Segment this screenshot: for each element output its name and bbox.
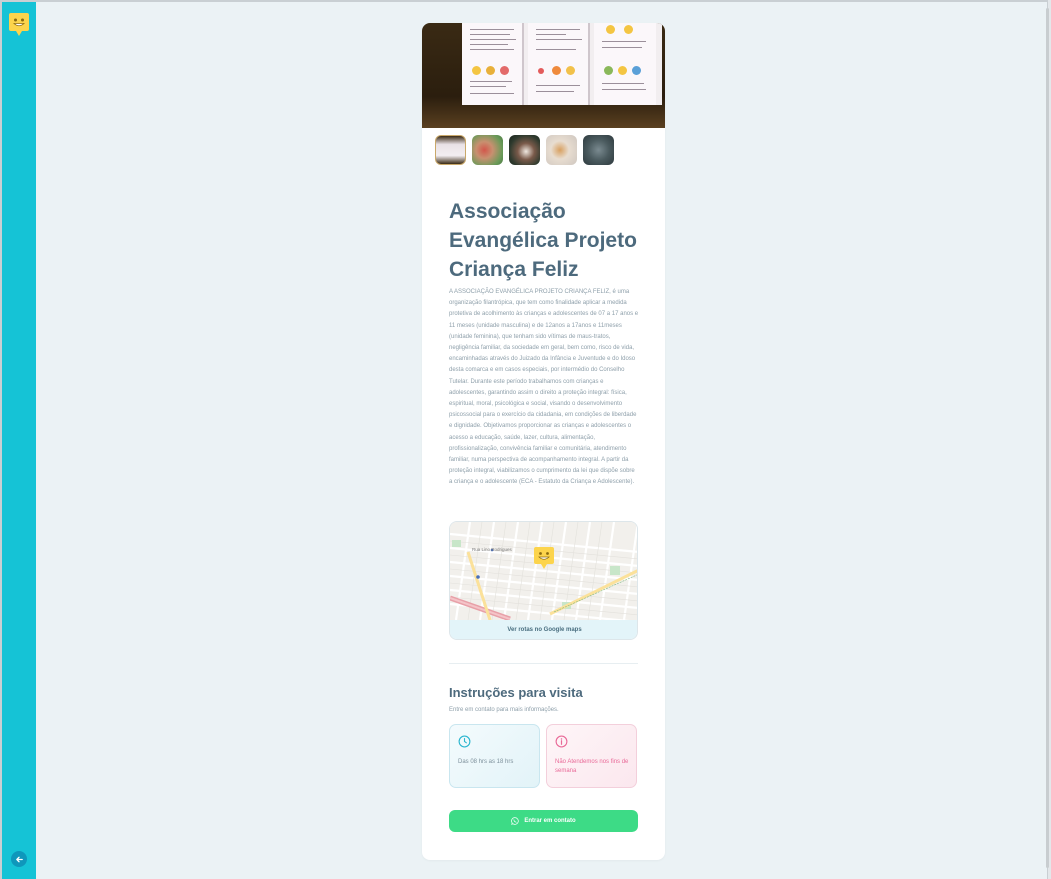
clock-icon (458, 735, 471, 748)
visiting-hours-card: Das 08 hrs as 18 hrs (449, 724, 540, 788)
thumbnail-5[interactable] (583, 135, 614, 165)
section-divider (449, 663, 638, 664)
google-maps-route-link[interactable]: Ver rotas no Google maps (450, 620, 637, 639)
arrow-left-icon (15, 856, 23, 862)
thumbnail-4[interactable] (546, 135, 577, 165)
page-scrollbar[interactable] (1046, 8, 1049, 868)
contact-button-label: Entrar em contato (524, 818, 576, 824)
thumbnail-1[interactable] (435, 135, 466, 165)
thumbnail-2[interactable] (472, 135, 503, 165)
sidebar (2, 2, 36, 879)
organization-title: Associação Evangélica Projeto Criança Fe… (449, 200, 637, 281)
visiting-hours-text: Das 08 hrs as 18 hrs (458, 759, 514, 765)
whatsapp-icon (511, 817, 519, 825)
contact-whatsapp-button[interactable]: Entrar em contato (449, 810, 638, 832)
map-street-label: Rua Lino Rodrigues (472, 547, 513, 552)
hero-photo (422, 23, 665, 128)
info-icon (555, 735, 568, 748)
organization-card: Associação Evangélica Projeto Criança Fe… (422, 23, 665, 860)
back-button[interactable] (11, 851, 27, 867)
organization-description: A ASSOCIAÇÃO EVANGÉLICA PROJETO CRIANÇA … (449, 289, 639, 486)
weekend-notice-text: Não Atendemos nos fins de semana (555, 759, 629, 774)
location-map[interactable]: Rua Lino Rodrigues Ver rotas no Google m… (449, 521, 638, 640)
visit-instructions-subtitle: Entre em contato para mais informações. (449, 707, 559, 713)
logo-icon[interactable] (8, 12, 30, 38)
map-image[interactable]: Rua Lino Rodrigues (450, 522, 637, 623)
visit-instructions-title: Instruções para visita (449, 685, 583, 700)
thumbnail-3[interactable] (509, 135, 540, 165)
window-top-border (0, 0, 1051, 2)
photo-thumbnails (435, 135, 614, 165)
weekend-notice-card: Não Atendemos nos fins de semana (546, 724, 637, 788)
